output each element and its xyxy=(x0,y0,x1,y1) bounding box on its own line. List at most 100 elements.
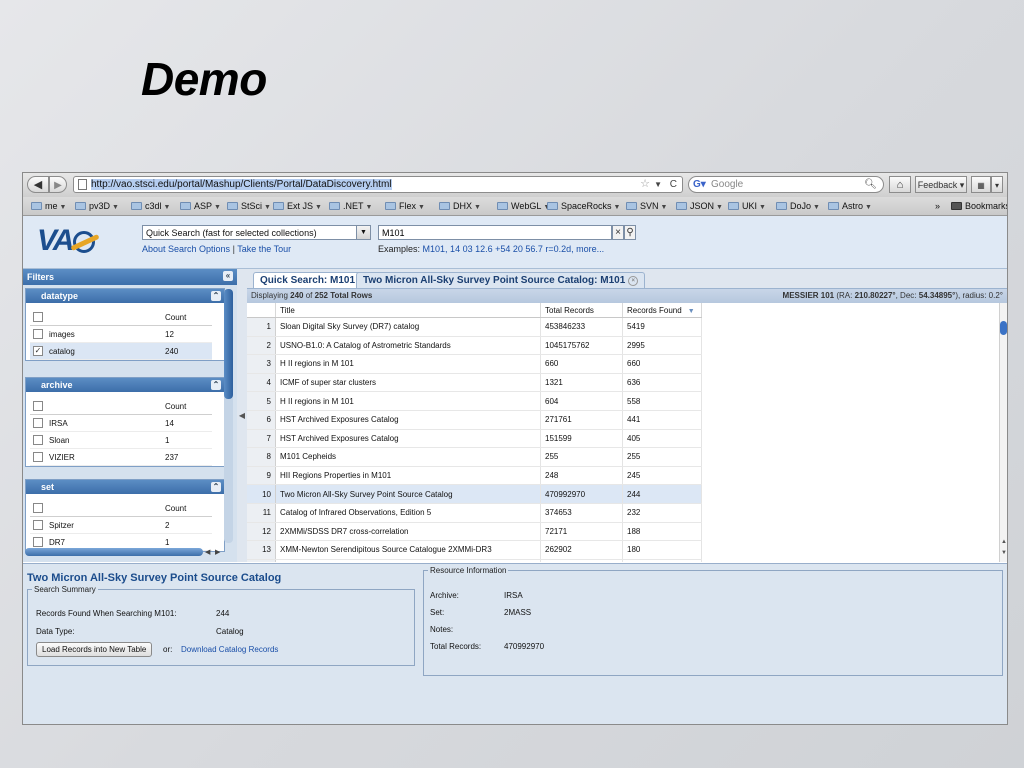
column-header-records-found[interactable]: Records Found ▼ xyxy=(622,303,702,318)
filter-row[interactable]: IRSA 14 xyxy=(30,414,212,432)
count-header[interactable]: Count xyxy=(162,309,212,326)
table-row[interactable]: 8 M101 Cepheids 255 255 xyxy=(247,447,702,467)
bookmark-c3dl[interactable]: c3dl ▼ xyxy=(131,197,170,217)
column-header-title[interactable]: Title xyxy=(275,303,541,318)
bookmark-pv3d[interactable]: pv3D ▼ xyxy=(75,197,119,217)
feedback-button[interactable]: Feedback ▾ xyxy=(915,176,967,193)
about-search-link[interactable]: About Search Options xyxy=(142,244,230,254)
bookmark-webgl[interactable]: WebGL▼ xyxy=(497,197,550,217)
bookmark-asp[interactable]: ASP ▼ xyxy=(180,197,221,217)
bookmark-dhx[interactable]: DHX ▼ xyxy=(439,197,481,217)
sort-desc-icon[interactable]: ▼ xyxy=(688,308,695,315)
bookmark-dojo[interactable]: DoJo ▼ xyxy=(776,197,820,217)
table-row[interactable]: 6 HST Archived Exposures Catalog 271761 441 xyxy=(247,410,702,430)
download-records-link[interactable]: Download Catalog Records xyxy=(181,645,278,654)
bookmark-astro[interactable]: Astro ▼ xyxy=(828,197,872,217)
filter-row[interactable]: images 12 xyxy=(30,325,212,343)
filter-row[interactable]: Spitzer 2 xyxy=(30,516,212,534)
select-all-checkbox[interactable] xyxy=(33,503,43,513)
scroll-down-icon[interactable]: ▼ xyxy=(1000,550,1007,556)
scroll-right-icon[interactable]: ▶ xyxy=(215,548,220,556)
collapse-icon[interactable]: ⌃ xyxy=(211,482,221,492)
filter-row[interactable]: ✓ catalog 240 xyxy=(30,342,212,360)
scroll-left-icon[interactable]: ◀ xyxy=(205,548,210,556)
table-row[interactable]: 13 XMM-Newton Serendipitous Source Catalo… xyxy=(247,540,702,560)
tab-2mass-catalog[interactable]: Two Micron All-Sky Survey Point Source C… xyxy=(356,272,646,288)
search-input[interactable]: M101 xyxy=(378,225,612,240)
select-all-checkbox[interactable] xyxy=(33,401,43,411)
load-records-button[interactable]: Load Records into New Table xyxy=(36,642,153,657)
filter-group-archive: archive ⌃ Count IRSA 14 Sloan 1 VIZIER 237 xyxy=(25,377,225,467)
filter-checkbox[interactable] xyxy=(33,435,43,445)
table-row[interactable]: 12 2XMMi/SDSS DR7 cross-correlation 72171 1… xyxy=(247,522,702,542)
scroll-up-icon[interactable]: ▲ xyxy=(1000,539,1007,545)
count-header[interactable]: Count xyxy=(162,398,212,415)
table-row[interactable]: 2 USNO-B1.0: A Catalog of Astrometric Sta… xyxy=(247,336,702,356)
filter-checkbox[interactable] xyxy=(33,329,43,339)
examples-link[interactable]: M101, 14 03 12.6 +54 20 56.7 r=0.2d, mor… xyxy=(423,244,605,254)
table-row[interactable]: 10 Two Micron All-Sky Survey Point Source… xyxy=(247,484,702,504)
filter-checkbox[interactable] xyxy=(33,418,43,428)
chevron-down-icon[interactable]: ▼ xyxy=(356,226,370,239)
extension-icon[interactable]: ▦ xyxy=(971,176,991,193)
table-row[interactable]: 3H II regions in M 101 660 660 xyxy=(247,354,702,374)
collapse-icon[interactable]: « xyxy=(223,271,233,281)
table-row[interactable]: 5H II regions in M 101 604 558 xyxy=(247,391,702,411)
scroll-thumb[interactable] xyxy=(1000,321,1007,335)
forward-button[interactable]: ▶ xyxy=(49,176,67,193)
column-header-total-records[interactable]: Total Records xyxy=(540,303,623,318)
bookmark-net[interactable]: .NET ▼ xyxy=(329,197,372,217)
table-row[interactable]: 11 Catalog of Infrared Observations, Edit… xyxy=(247,503,702,523)
star-icon[interactable]: ☆ xyxy=(640,177,650,192)
results-scrollbar[interactable]: ▲ ▼ xyxy=(999,303,1007,562)
home-button[interactable]: ⌂ xyxy=(889,176,911,193)
search-mode-select[interactable]: Quick Search (fast for selected collecti… xyxy=(142,225,371,240)
address-bar[interactable]: http://vao.stsci.edu/portal/Mashup/Clien… xyxy=(73,176,683,193)
bookmark-svn[interactable]: SVN ▼ xyxy=(626,197,667,217)
filter-group-header[interactable]: datatype ⌃ xyxy=(26,289,224,303)
chevron-down-icon[interactable]: ▼ xyxy=(654,177,662,192)
chevron-down-icon[interactable]: ▾ xyxy=(991,176,1003,193)
bookmark-flex[interactable]: Flex ▼ xyxy=(385,197,425,217)
bookmark-uki[interactable]: UKI ▼ xyxy=(728,197,766,217)
reload-icon[interactable]: C xyxy=(670,177,677,192)
bookmark-me[interactable]: me ▼ xyxy=(31,197,66,217)
filters-scrollbar[interactable] xyxy=(224,289,233,543)
filter-checkbox[interactable]: ✓ xyxy=(33,346,43,356)
collapse-icon[interactable]: ⌃ xyxy=(211,291,221,301)
filter-checkbox[interactable] xyxy=(33,452,43,462)
table-row[interactable]: 4 ICMF of super star clusters 1321 636 xyxy=(247,373,702,393)
table-row[interactable]: 9 HII Regions Properties in M101 248 245 xyxy=(247,466,702,486)
scroll-thumb[interactable] xyxy=(224,289,233,399)
table-row[interactable]: 14ROSAT HRI Pointed Observations10851417… xyxy=(247,559,702,562)
count-header[interactable]: Count xyxy=(162,500,212,517)
search-icon[interactable]: ⚲ xyxy=(624,225,636,240)
collapse-icon[interactable]: ⌃ xyxy=(211,380,221,390)
web-search-box[interactable]: G▾ Google 🔍︎ xyxy=(688,176,884,193)
table-row[interactable]: 1 Sloan Digital Sky Survey (DR7) catalog 4… xyxy=(247,317,702,337)
filters-horizontal-scrollbar[interactable] xyxy=(25,548,203,556)
bookmark-json[interactable]: JSON ▼ xyxy=(676,197,723,217)
bookmark-spacerocks[interactable]: SpaceRocks ▼ xyxy=(547,197,620,217)
filter-checkbox[interactable] xyxy=(33,537,43,547)
search-icon[interactable]: 🔍︎ xyxy=(864,177,877,192)
catalog-title: USNO-B1.0: A Catalog of Astrometric Stan… xyxy=(275,336,541,356)
close-icon[interactable]: × xyxy=(628,276,639,286)
filter-row[interactable]: VIZIER 237 xyxy=(30,448,212,466)
bookmarks-overflow[interactable]: » xyxy=(935,197,940,215)
filter-group-header[interactable]: archive ⌃ xyxy=(26,378,224,392)
table-row[interactable]: 7 HST Archived Exposures Catalog 151599 405 xyxy=(247,429,702,449)
filter-row[interactable]: Sloan 1 xyxy=(30,431,212,449)
filter-checkbox[interactable] xyxy=(33,520,43,530)
tour-link[interactable]: Take the Tour xyxy=(237,244,291,254)
panel-splitter[interactable]: ◀ xyxy=(237,269,247,562)
back-button[interactable]: ◀ xyxy=(27,176,49,193)
row-number: 4 xyxy=(247,373,276,393)
bookmark-stsci[interactable]: StSci ▼ xyxy=(227,197,271,217)
clear-icon[interactable]: × xyxy=(612,225,624,240)
select-all-checkbox[interactable] xyxy=(33,312,43,322)
filter-group-header[interactable]: set ⌃ xyxy=(26,480,224,494)
or-label: or: xyxy=(163,645,173,654)
bookmarks-menu[interactable]: Bookmarks▼ xyxy=(951,197,1007,217)
bookmark-extjs[interactable]: Ext JS ▼ xyxy=(273,197,322,217)
